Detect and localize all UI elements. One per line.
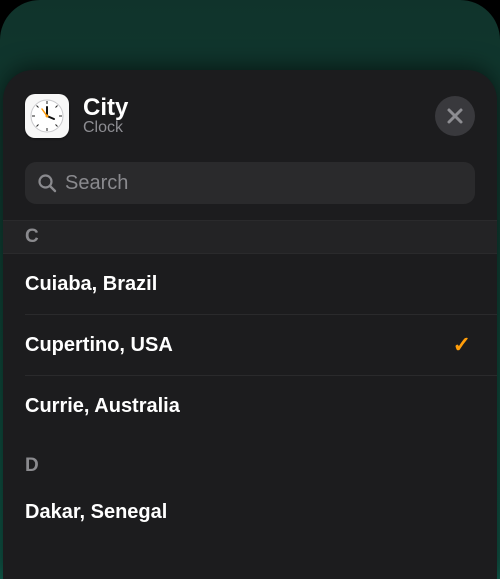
list-item-label: Cuiaba, Brazil: [25, 273, 475, 296]
city-list[interactable]: C Cuiaba, Brazil Cupertino, USA ✓ Currie…: [3, 220, 497, 579]
list-item[interactable]: Currie, Australia: [3, 376, 497, 436]
sheet-subtitle: Clock: [83, 119, 435, 137]
clock-icon: [29, 98, 65, 134]
sheet-header: City Clock: [3, 70, 497, 148]
section-header-c: C: [3, 220, 497, 254]
list-item-label: Cupertino, USA: [25, 334, 453, 357]
checkmark-icon: ✓: [453, 332, 475, 358]
list-item-label: Dakar, Senegal: [25, 501, 475, 524]
list-item[interactable]: Dakar, Senegal: [3, 482, 497, 542]
close-button[interactable]: [435, 96, 475, 136]
list-item-label: Currie, Australia: [25, 395, 475, 418]
sheet-title: City: [83, 95, 435, 120]
list-item[interactable]: Cuiaba, Brazil: [3, 254, 497, 314]
search-input[interactable]: [65, 172, 463, 195]
section-header-d: D: [3, 450, 497, 482]
search-icon: [37, 173, 57, 193]
search-field[interactable]: [25, 162, 475, 204]
list-item[interactable]: Cupertino, USA ✓: [3, 315, 497, 375]
clock-app-icon: [25, 94, 69, 138]
section-gap: [3, 436, 497, 450]
close-icon: [446, 107, 464, 125]
city-picker-sheet: City Clock C Cuiaba, Brazil Cupertino, U…: [3, 70, 497, 579]
search-wrap: [3, 148, 497, 220]
title-wrap: City Clock: [83, 95, 435, 137]
